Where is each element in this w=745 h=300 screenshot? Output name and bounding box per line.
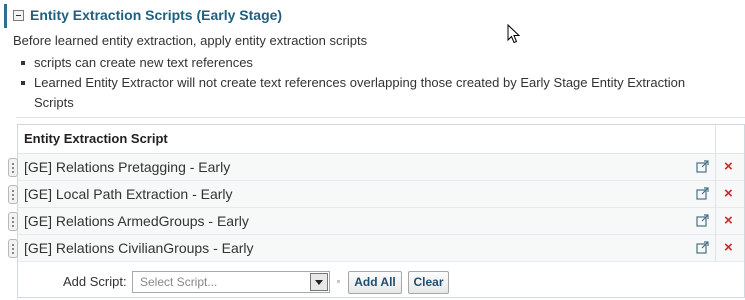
bullet-list: scripts can create new text references L… — [18, 53, 718, 113]
column-divider — [715, 208, 716, 235]
clear-button[interactable]: Clear — [408, 271, 449, 294]
add-script-bar: Add Script: Select Script... Add All Cle… — [18, 264, 744, 297]
script-name: [GE] Relations CivilianGroups - Early — [24, 240, 254, 256]
drag-handle-icon[interactable] — [8, 185, 18, 204]
script-select[interactable]: Select Script... — [132, 271, 330, 293]
external-link-icon[interactable] — [696, 214, 709, 227]
separator-dot — [337, 280, 340, 283]
mouse-pointer-icon — [507, 24, 521, 44]
scripts-table: Entity Extraction Script [GE] Relations … — [8, 124, 745, 298]
column-divider — [715, 154, 716, 181]
column-divider — [715, 125, 716, 154]
bullet-item: scripts can create new text references — [18, 53, 718, 73]
delete-icon[interactable]: × — [724, 212, 733, 229]
external-link-icon[interactable] — [696, 187, 709, 200]
table-row: [GE] Relations CivilianGroups - Early × — [8, 235, 744, 262]
select-placeholder: Select Script... — [140, 275, 218, 289]
chevron-down-icon[interactable] — [310, 273, 328, 291]
table-header: Entity Extraction Script — [18, 125, 744, 154]
drag-handle-icon[interactable] — [8, 212, 18, 231]
table-row: [GE] Local Path Extraction - Early × — [8, 181, 744, 208]
script-name: [GE] Local Path Extraction - Early — [24, 186, 233, 202]
section-header[interactable]: Entity Extraction Scripts (Early Stage) — [4, 4, 745, 28]
divider — [16, 117, 745, 118]
external-link-icon[interactable] — [696, 241, 709, 254]
script-name: [GE] Relations ArmedGroups - Early — [24, 213, 249, 229]
drag-handle-icon[interactable] — [8, 158, 18, 177]
delete-icon[interactable]: × — [724, 239, 733, 256]
bullet-item: Learned Entity Extractor will not create… — [18, 73, 718, 113]
collapse-icon[interactable] — [13, 10, 24, 21]
table-row: [GE] Relations ArmedGroups - Early × — [8, 208, 744, 235]
external-link-icon[interactable] — [696, 160, 709, 173]
delete-icon[interactable]: × — [724, 185, 733, 202]
table-row: [GE] Relations Pretagging - Early × — [8, 154, 744, 181]
script-name: [GE] Relations Pretagging - Early — [24, 159, 231, 175]
add-all-button[interactable]: Add All — [348, 271, 402, 294]
column-divider — [715, 181, 716, 208]
section-title[interactable]: Entity Extraction Scripts (Early Stage) — [30, 7, 282, 23]
entity-extraction-section: Entity Extraction Scripts (Early Stage) … — [4, 0, 745, 300]
add-script-label: Add Script: — [63, 274, 127, 289]
column-divider — [715, 235, 716, 262]
drag-handle-icon[interactable] — [8, 239, 18, 258]
section-description: Before learned entity extraction, apply … — [13, 33, 368, 48]
column-header-script: Entity Extraction Script — [24, 131, 168, 146]
delete-icon[interactable]: × — [724, 158, 733, 175]
